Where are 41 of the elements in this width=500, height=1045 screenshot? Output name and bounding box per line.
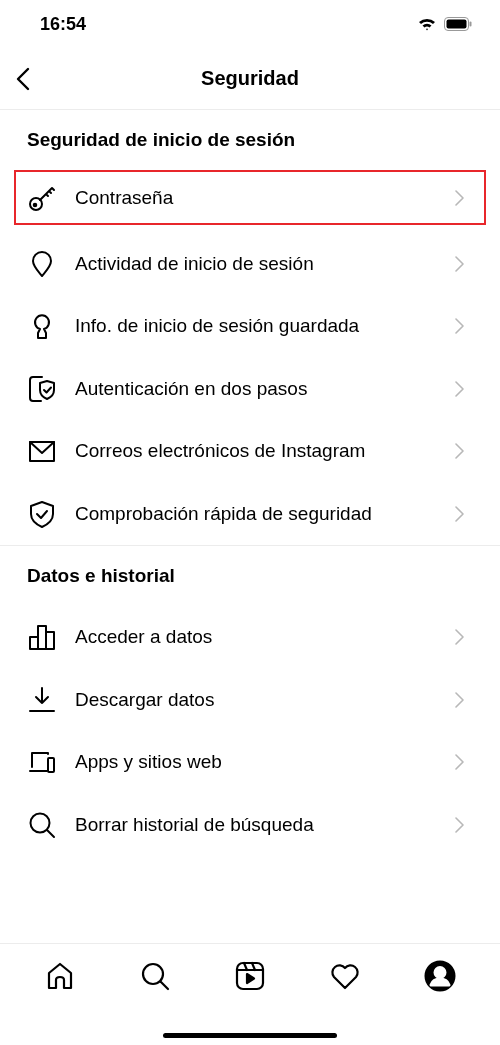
section-title: Datos e historial bbox=[26, 564, 176, 588]
shield-check-icon bbox=[27, 498, 57, 529]
row-label: Correos electrónicos de Instagram bbox=[75, 440, 367, 463]
row-label: Borrar historial de búsqueda bbox=[75, 813, 315, 836]
row-label: Info. de inicio de sesión guardada bbox=[75, 315, 361, 338]
chevron-icon bbox=[455, 318, 464, 335]
bar-chart-icon bbox=[27, 622, 57, 653]
chevron-icon bbox=[455, 505, 464, 522]
download-icon bbox=[27, 684, 57, 715]
section-title: Seguridad de inicio de sesión bbox=[26, 128, 297, 152]
settings-row[interactable]: Apps y sitios web bbox=[14, 731, 486, 794]
settings-row[interactable]: Descargar datos bbox=[14, 668, 486, 731]
row-label: Comprobación rápida de seguridad bbox=[75, 502, 373, 525]
row-label: Acceder a datos bbox=[75, 626, 214, 649]
settings-row[interactable]: Autenticación en dos pasos bbox=[14, 357, 486, 420]
chevron-icon bbox=[455, 816, 464, 833]
back-icon[interactable] bbox=[16, 67, 30, 91]
chevron-icon bbox=[455, 380, 464, 397]
chevron-icon bbox=[455, 255, 464, 272]
row-label: Contraseña bbox=[75, 186, 175, 209]
wifi-icon bbox=[418, 17, 436, 31]
row-label: Autenticación en dos pasos bbox=[75, 377, 309, 400]
chevron-icon bbox=[455, 629, 464, 646]
chevron-icon bbox=[455, 754, 464, 771]
screen-title: Seguridad bbox=[201, 67, 299, 90]
settings-row[interactable]: Comprobación rápida de seguridad bbox=[14, 482, 486, 545]
battery-icon bbox=[444, 17, 472, 31]
settings-row[interactable]: Acceder a datos bbox=[14, 606, 486, 669]
settings-row[interactable]: Borrar historial de búsqueda bbox=[14, 793, 486, 856]
row-label: Apps y sitios web bbox=[75, 751, 223, 774]
chevron-icon bbox=[455, 443, 464, 460]
row-label: Actividad de inicio de sesión bbox=[75, 252, 315, 275]
chevron-icon bbox=[455, 189, 464, 206]
settings-row[interactable]: Correos electrónicos de Instagram bbox=[14, 420, 486, 483]
chevron-icon bbox=[455, 691, 464, 708]
status-time: 16:54 bbox=[40, 13, 87, 35]
row-label: Descargar datos bbox=[75, 688, 216, 711]
settings-row[interactable]: Actividad de inicio de sesión bbox=[14, 232, 486, 295]
phone-shield-icon bbox=[27, 373, 57, 404]
settings-row[interactable]: Info. de inicio de sesión guardada bbox=[14, 295, 486, 358]
settings-row[interactable]: Contraseña bbox=[14, 170, 486, 225]
